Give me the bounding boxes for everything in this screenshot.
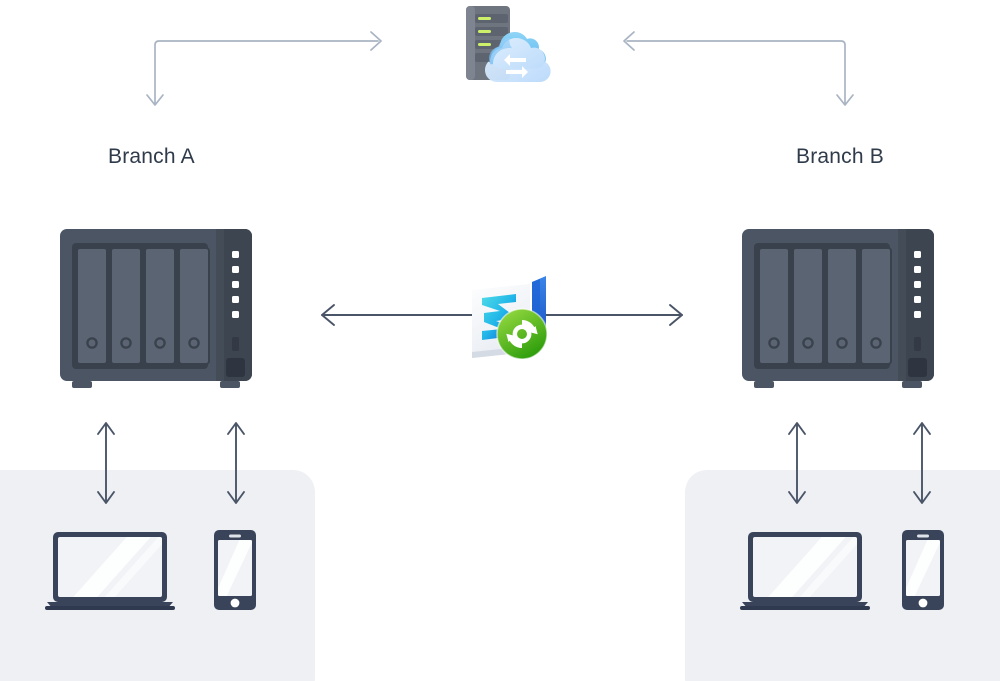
laptop-base-edge [740, 606, 870, 610]
nas-drive-bays [754, 243, 892, 369]
phone-home-button[interactable] [918, 598, 928, 608]
nas-power-button[interactable] [226, 358, 245, 377]
synology-drive-sync-icon [472, 276, 548, 360]
nas-power-button[interactable] [908, 358, 927, 377]
branch-a-nas-device[interactable] [58, 225, 254, 395]
branch-a-phone-icon[interactable] [212, 528, 258, 612]
phone-speaker [917, 534, 929, 538]
phone-home-button[interactable] [230, 598, 240, 608]
branch-a-laptop-icon[interactable] [45, 528, 175, 612]
nas-drive-bays [72, 243, 210, 369]
nas-usb-port [232, 337, 239, 351]
branch-b-laptop-icon[interactable] [740, 528, 870, 612]
laptop-base-edge [45, 606, 175, 610]
diagram-canvas: Branch A Branch B [0, 0, 1000, 681]
branch-b-nas-device[interactable] [740, 225, 936, 395]
branch-a-label: Branch A [108, 145, 195, 168]
phone-speaker [229, 534, 241, 538]
branch-a-nas-to-phone-arrow [227, 422, 245, 504]
sync-badge [496, 308, 548, 360]
branch-b-label: Branch B [796, 145, 884, 168]
branch-b-nas-to-phone-arrow [913, 422, 931, 504]
branch-a-nas-to-laptop-arrow [97, 422, 115, 504]
nas-feet [72, 381, 240, 388]
server-cloud-sync-icon [466, 6, 551, 82]
branch-b-nas-to-laptop-arrow [788, 422, 806, 504]
nas-feet [754, 381, 922, 388]
branch-b-phone-icon[interactable] [900, 528, 946, 612]
nas-usb-port [914, 337, 921, 351]
